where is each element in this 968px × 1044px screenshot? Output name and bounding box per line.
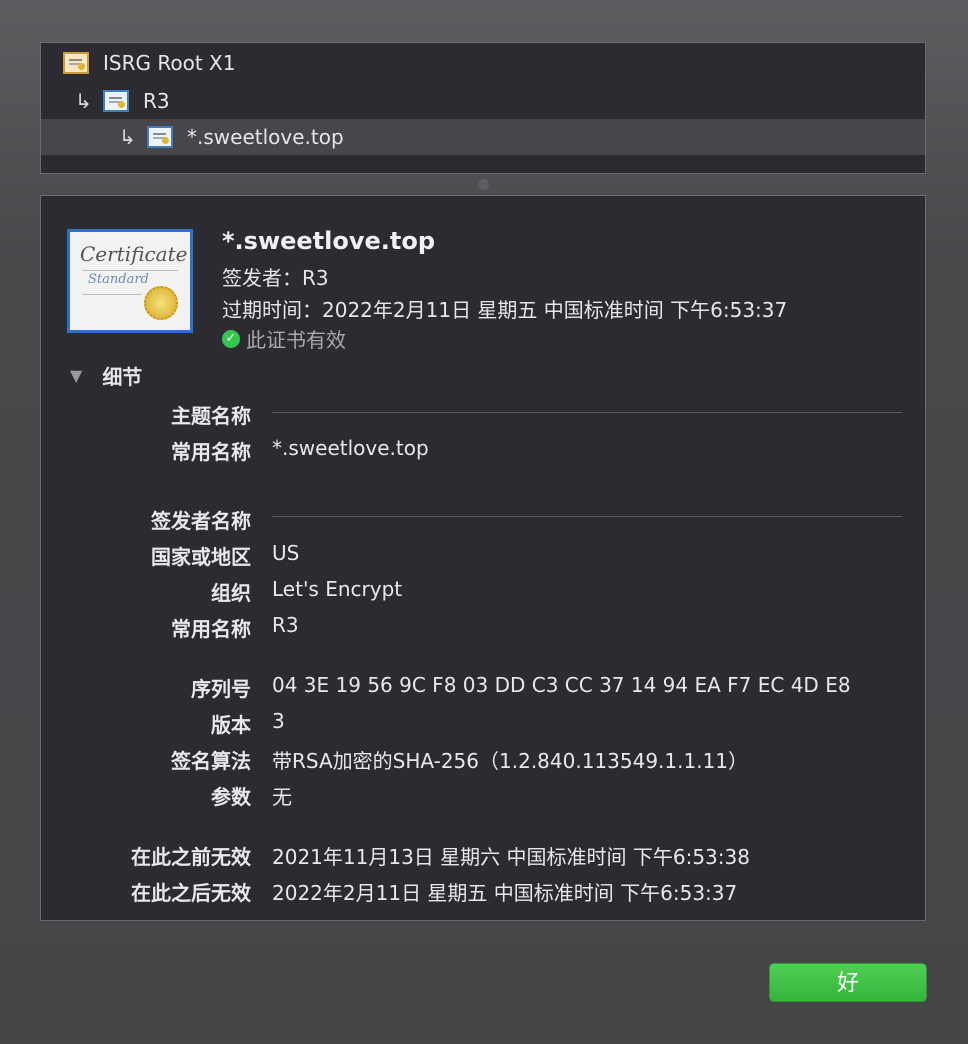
- chain-item-isrg-root[interactable]: ISRG Root X1: [41, 45, 925, 81]
- country-label: 国家或地区: [151, 545, 251, 569]
- organization-value: Let's Encrypt: [272, 577, 403, 601]
- not-after-label: 在此之后无效: [131, 881, 251, 905]
- certificate-icon: [147, 126, 173, 148]
- subject-common-name-label: 常用名称: [171, 440, 251, 464]
- signature-algorithm-label: 签名算法: [171, 749, 251, 773]
- certificate-icon: [63, 52, 89, 74]
- serial-number-label: 序列号: [191, 677, 251, 701]
- certificate-icon: [103, 90, 129, 112]
- signature-algorithm-value: 带RSA加密的SHA-256（1.2.840.113549.1.1.11）: [272, 749, 749, 773]
- chain-item-sweetlove[interactable]: ↳ *.sweetlove.top: [41, 119, 925, 155]
- organization-label: 组织: [211, 581, 251, 605]
- parameters-label: 参数: [211, 785, 251, 809]
- certificate-badge-title: Certificate: [80, 242, 188, 266]
- parameters-value: 无: [272, 785, 292, 809]
- not-before-label: 在此之前无效: [131, 845, 251, 869]
- details-disclosure[interactable]: ▼ 细节: [70, 361, 142, 390]
- certificate-name: *.sweetlove.top: [222, 227, 436, 255]
- issuer-name-header: 签发者名称: [151, 509, 251, 533]
- certificate-detail-panel: Certificate Standard *.sweetlove.top 签发者…: [40, 195, 926, 921]
- expiry-summary: 过期时间：2022年2月11日 星期五 中国标准时间 下午6:53:37: [222, 298, 788, 322]
- section-divider: [272, 516, 902, 517]
- validity-status: ✓ 此证书有效: [222, 324, 346, 353]
- ok-button[interactable]: 好: [769, 963, 927, 1002]
- chain-item-label: R3: [143, 89, 170, 113]
- certificate-seal-icon: [144, 286, 178, 320]
- details-label: 细节: [102, 365, 143, 389]
- section-divider: [272, 412, 902, 413]
- certificate-badge-rule: [82, 294, 142, 295]
- disclosure-triangle-icon[interactable]: ▼: [70, 366, 82, 385]
- not-after-value: 2022年2月11日 星期五 中国标准时间 下午6:53:37: [272, 881, 738, 905]
- version-label: 版本: [211, 713, 251, 737]
- certificate-badge-rule: [82, 270, 178, 271]
- issuer-summary: 签发者：R3: [222, 266, 329, 290]
- child-arrow-icon: ↳: [75, 89, 92, 113]
- chain-item-label: ISRG Root X1: [103, 51, 236, 75]
- country-value: US: [272, 541, 300, 565]
- issuer-common-name-label: 常用名称: [171, 617, 251, 641]
- certificate-badge-subtitle: Standard: [88, 272, 149, 287]
- checkmark-icon: ✓: [222, 329, 240, 348]
- not-before-value: 2021年11月13日 星期六 中国标准时间 下午6:53:38: [272, 845, 750, 869]
- split-view-divider-handle[interactable]: [478, 179, 489, 190]
- version-value: 3: [272, 709, 285, 733]
- chain-item-label: *.sweetlove.top: [187, 125, 344, 149]
- certificate-large-icon: Certificate Standard: [67, 229, 193, 333]
- serial-number-value: 04 3E 19 56 9C F8 03 DD C3 CC 37 14 94 E…: [272, 673, 851, 697]
- certificate-chain[interactable]: ISRG Root X1 ↳ R3 ↳ *.sweetlove.top: [40, 42, 926, 174]
- child-arrow-icon: ↳: [119, 125, 136, 149]
- validity-text: 此证书有效: [246, 328, 346, 352]
- subject-name-header: 主题名称: [171, 404, 251, 428]
- issuer-common-name-value: R3: [272, 613, 299, 637]
- subject-common-name-value: *.sweetlove.top: [272, 436, 429, 460]
- chain-item-r3[interactable]: ↳ R3: [41, 83, 925, 119]
